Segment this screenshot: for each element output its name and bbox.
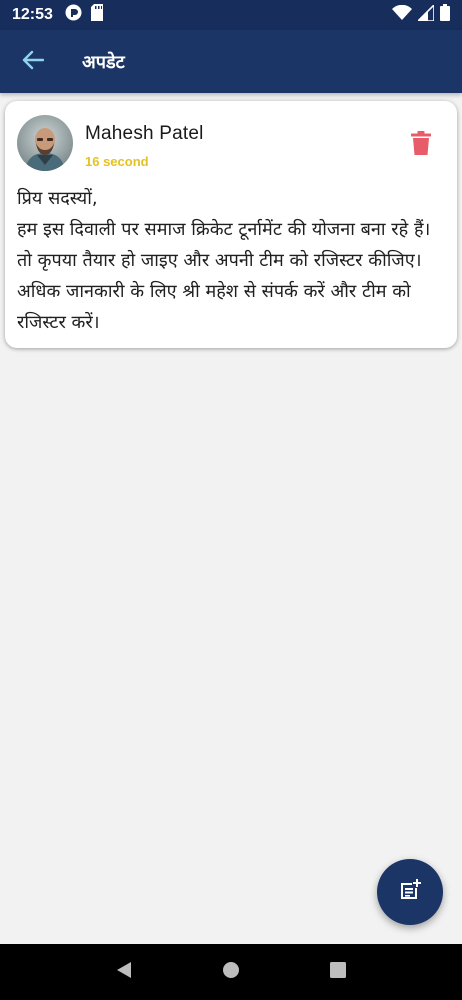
trash-icon bbox=[411, 131, 431, 159]
update-message: प्रिय सदस्यों, हम इस दिवाली पर समाज क्रि… bbox=[17, 188, 431, 333]
status-right-icons bbox=[392, 2, 450, 26]
post-time: 16 second bbox=[85, 154, 149, 169]
recents-square-icon bbox=[329, 961, 347, 983]
status-bar: 12:53 bbox=[0, 0, 462, 30]
arrow-left-icon bbox=[22, 50, 45, 74]
back-triangle-icon bbox=[115, 961, 133, 983]
card-header: Mahesh Patel 16 second bbox=[17, 115, 445, 175]
app-bar: अपडेट bbox=[0, 30, 462, 93]
delete-button[interactable] bbox=[407, 131, 435, 159]
sd-card-icon bbox=[90, 4, 104, 26]
nav-back-button[interactable] bbox=[104, 952, 144, 992]
nav-recents-button[interactable] bbox=[318, 952, 358, 992]
page-title: अपडेट bbox=[82, 51, 125, 73]
system-nav-bar bbox=[0, 944, 462, 1000]
pocketcasts-icon bbox=[65, 4, 82, 26]
author-name: Mahesh Patel bbox=[85, 123, 204, 144]
add-update-button[interactable] bbox=[377, 859, 443, 925]
avatar bbox=[17, 115, 73, 171]
home-circle-icon bbox=[222, 961, 240, 983]
battery-icon bbox=[440, 4, 450, 26]
update-card: Mahesh Patel 16 second प्रिय सदस्यों, हम… bbox=[5, 101, 457, 348]
back-button[interactable] bbox=[12, 41, 54, 83]
status-left-icons bbox=[65, 4, 104, 26]
nav-home-button[interactable] bbox=[211, 952, 251, 992]
author-block: Mahesh Patel 16 second bbox=[85, 115, 204, 169]
screen: 12:53 अपडेट Mahesh Patel 16 second प्रिय… bbox=[0, 0, 462, 1000]
status-time: 12:53 bbox=[12, 6, 53, 23]
add-note-icon bbox=[398, 878, 422, 906]
signal-icon bbox=[416, 2, 435, 26]
wifi-icon bbox=[392, 4, 412, 26]
